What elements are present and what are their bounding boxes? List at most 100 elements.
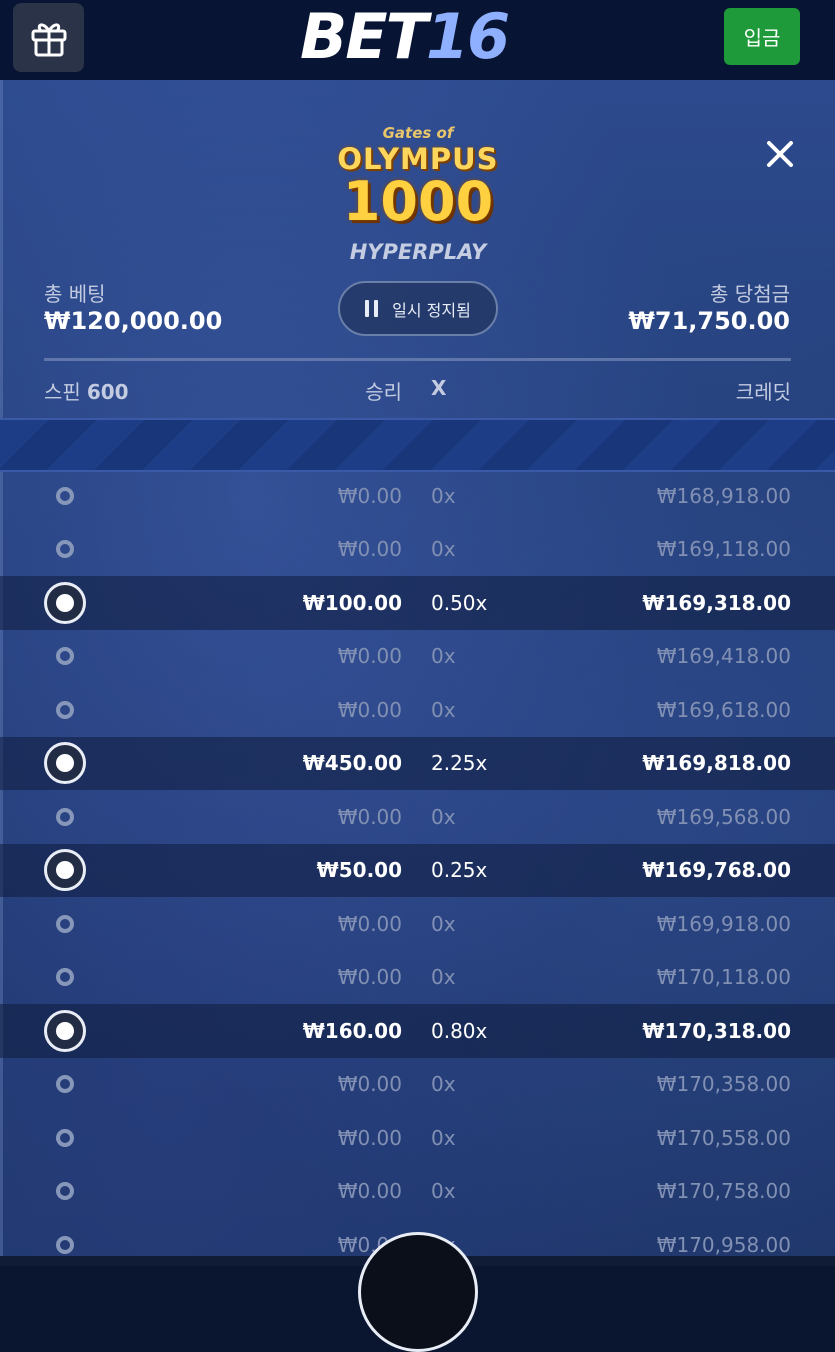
spin-label: 스핀 [44, 380, 81, 404]
row-indicator [56, 486, 74, 505]
row-win: ₩0.00 [337, 537, 402, 562]
row-win: ₩0.00 [337, 804, 402, 829]
row-multiplier: 0x [431, 537, 456, 562]
row-win: ₩0.00 [337, 965, 402, 990]
row-credit: ₩168,918.00 [656, 483, 791, 508]
pause-label: 일시 정지됨 [392, 300, 471, 320]
row-credit: ₩170,758.00 [656, 1179, 791, 1204]
row-indicator [56, 1235, 74, 1254]
row-multiplier: 0.50x [431, 590, 488, 615]
row-multiplier: 0x [431, 965, 456, 990]
row-credit: ₩169,818.00 [642, 751, 791, 776]
table-row[interactable]: ₩0.00 0x ₩169,418.00 [0, 630, 835, 684]
table-row[interactable]: ₩0.00 0x ₩170,118.00 [0, 951, 835, 1005]
row-indicator [56, 914, 74, 933]
divider [44, 358, 791, 361]
table-row[interactable]: ₩0.00 0x ₩169,918.00 [0, 897, 835, 951]
pause-button[interactable]: 일시 정지됨 [338, 281, 498, 336]
game-subtitle: HYPERPLAY [349, 240, 487, 264]
table-row[interactable]: ₩0.00 0x ₩169,568.00 [0, 790, 835, 844]
row-indicator [56, 540, 74, 559]
top-bar: BET16 입금 [0, 0, 835, 80]
row-win: ₩0.00 [337, 1072, 402, 1097]
row-credit: ₩169,768.00 [642, 858, 791, 883]
table-row[interactable]: ₩450.00 2.25x ₩169,818.00 [0, 736, 835, 790]
row-multiplier: 0x [431, 1179, 456, 1204]
spin-count: 600 [86, 380, 129, 404]
row-credit: ₩169,918.00 [656, 911, 791, 936]
column-header-credit: 크레딧 [735, 380, 791, 404]
row-win: ₩50.00 [316, 858, 402, 883]
row-multiplier: 0x [431, 483, 456, 508]
deposit-button[interactable]: 입금 [724, 8, 800, 65]
row-win: ₩160.00 [302, 1018, 402, 1043]
column-header-win: 승리 [365, 380, 402, 404]
total-bet-value: ₩120,000.00 [44, 307, 223, 335]
row-credit: ₩169,118.00 [656, 537, 791, 562]
row-credit: ₩169,418.00 [656, 644, 791, 669]
table-row[interactable]: ₩0.00 0x ₩169,618.00 [0, 683, 835, 737]
table-row[interactable]: ₩160.00 0.80x ₩170,318.00 [0, 1004, 835, 1058]
row-credit: ₩170,558.00 [656, 1125, 791, 1150]
gift-button[interactable] [13, 3, 84, 72]
row-multiplier: 0.25x [431, 858, 488, 883]
table-row[interactable]: ₩0.00 0x ₩170,358.00 [0, 1058, 835, 1112]
row-win: ₩450.00 [302, 751, 402, 776]
row-multiplier: 0x [431, 804, 456, 829]
row-multiplier: 0x [431, 1072, 456, 1097]
column-header-spin: 스핀 600 [44, 376, 129, 405]
row-credit: ₩170,118.00 [656, 965, 791, 990]
game-title-small: Gates of [382, 124, 454, 142]
logo-text: BET [300, 0, 428, 73]
row-indicator [44, 849, 86, 892]
site-logo[interactable]: BET16 [300, 0, 510, 73]
row-indicator [56, 1182, 74, 1201]
row-multiplier: 0x [431, 697, 456, 722]
row-credit: ₩169,318.00 [642, 590, 791, 615]
row-indicator [56, 647, 74, 666]
row-multiplier: 0x [431, 644, 456, 669]
row-indicator [44, 581, 86, 624]
table-row[interactable]: ₩0.00 0x ₩170,558.00 [0, 1111, 835, 1165]
row-indicator [56, 1075, 74, 1094]
row-credit: ₩169,568.00 [656, 804, 791, 829]
row-indicator [44, 742, 86, 785]
row-indicator [56, 1128, 74, 1147]
column-header-multiplier: X [431, 376, 447, 400]
total-win-label: 총 당첨금 [710, 282, 790, 306]
logo-number: 16 [425, 0, 510, 73]
table-row[interactable]: ₩50.00 0.25x ₩169,768.00 [0, 843, 835, 897]
row-win: ₩0.00 [337, 1125, 402, 1150]
row-multiplier: 0x [431, 1125, 456, 1150]
row-indicator [56, 968, 74, 987]
total-bet-label: 총 베팅 [44, 282, 106, 306]
row-credit: ₩169,618.00 [656, 697, 791, 722]
spin-history-list: ₩0.00 0x ₩168,918.00 ₩0.00 0x ₩169,118.00 ₩1… [0, 469, 835, 1266]
row-win: ₩0.00 [337, 911, 402, 936]
pause-icon [365, 300, 379, 317]
row-multiplier: 0x [431, 911, 456, 936]
row-multiplier: 2.25x [431, 751, 488, 776]
spin-history-panel: Gates of OLYMPUS 1000 HYPERPLAY 총 베팅 ₩12… [0, 80, 835, 1266]
row-indicator [56, 807, 74, 826]
close-button[interactable] [762, 136, 798, 172]
total-win-value: ₩71,750.00 [628, 307, 790, 335]
table-row[interactable]: ₩0.00 0x ₩169,118.00 [0, 523, 835, 577]
row-multiplier: 0.80x [431, 1018, 488, 1043]
table-row[interactable]: ₩0.00 0x ₩170,758.00 [0, 1165, 835, 1219]
spin-button[interactable] [358, 1232, 478, 1352]
row-credit: ₩170,358.00 [656, 1072, 791, 1097]
game-logo: Gates of OLYMPUS 1000 HYPERPLAY [335, 120, 501, 270]
row-win: ₩0.00 [337, 644, 402, 669]
row-indicator [44, 1009, 86, 1052]
table-row[interactable]: ₩0.00 0x ₩168,918.00 [0, 469, 835, 523]
row-win: ₩0.00 [337, 697, 402, 722]
progress-stripe [0, 418, 835, 472]
close-icon [767, 141, 793, 167]
gift-icon [31, 23, 66, 56]
row-win: ₩100.00 [302, 590, 402, 615]
row-win: ₩0.00 [337, 1179, 402, 1204]
game-title-number: 1000 [342, 170, 494, 233]
table-row[interactable]: ₩100.00 0.50x ₩169,318.00 [0, 576, 835, 630]
row-indicator [56, 700, 74, 719]
